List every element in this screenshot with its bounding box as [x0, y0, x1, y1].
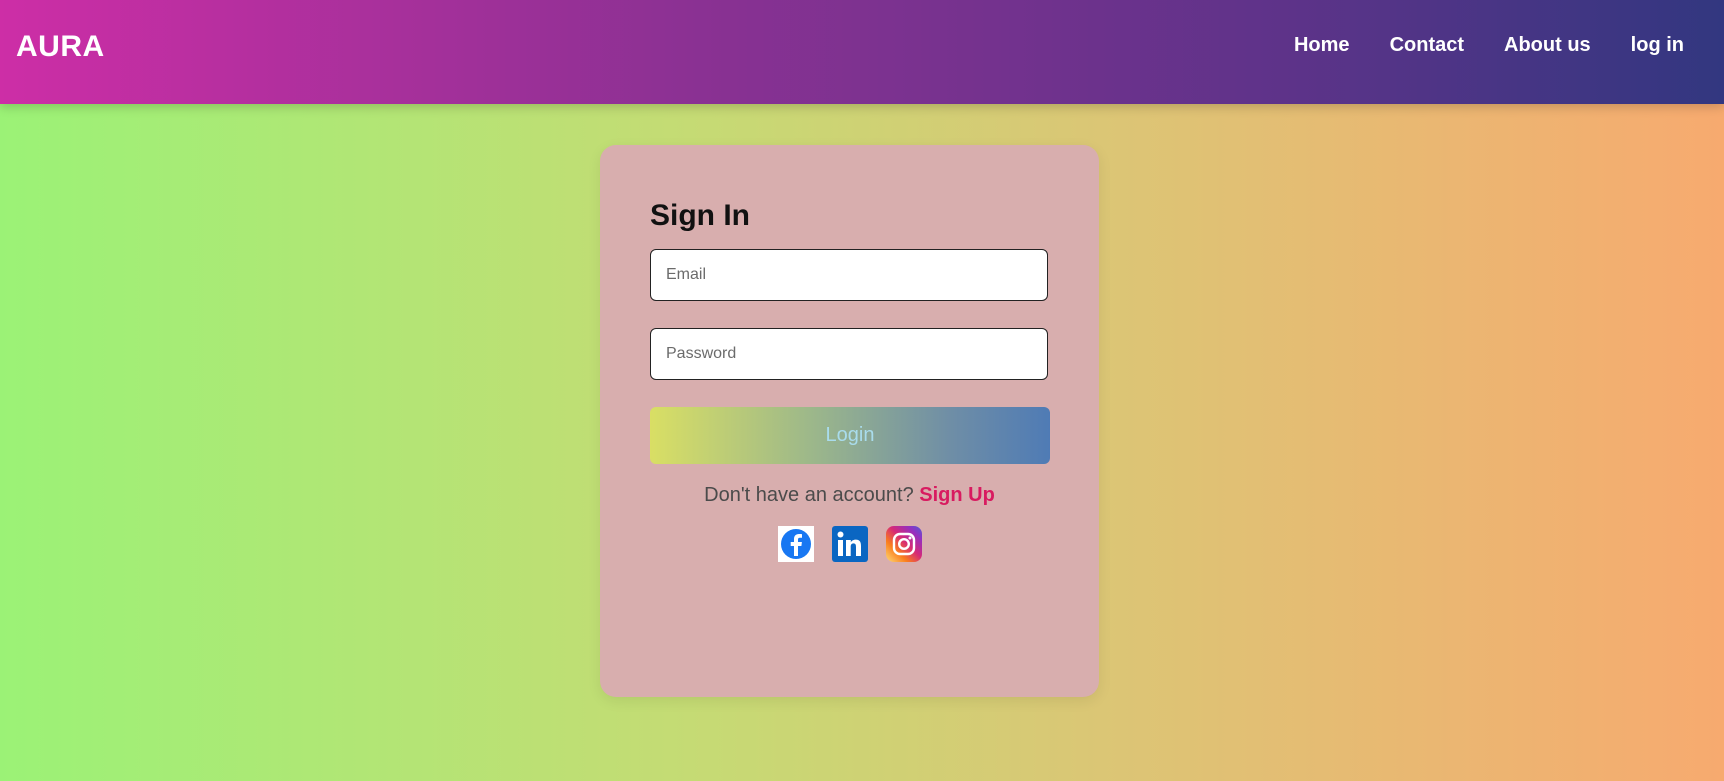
signin-title: Sign In — [650, 199, 750, 232]
brand-logo[interactable]: AURA — [16, 30, 105, 64]
signup-prompt-text: Don't have an account? — [704, 484, 914, 506]
signin-card: Sign In Login Don't have an account? Sig… — [600, 145, 1099, 697]
linkedin-icon[interactable] — [831, 526, 868, 562]
login-button[interactable]: Login — [650, 407, 1050, 464]
nav-about-link[interactable]: About us — [1504, 34, 1591, 57]
nav-links: Home Contact About us log in — [1294, 34, 1684, 57]
top-navbar: AURA Home Contact About us log in — [0, 0, 1724, 104]
nav-login-link[interactable]: log in — [1631, 34, 1684, 57]
signup-prompt-line: Don't have an account? Sign Up — [600, 484, 1099, 507]
facebook-icon[interactable] — [777, 526, 814, 562]
social-links — [600, 526, 1099, 562]
email-input[interactable] — [650, 249, 1048, 301]
signup-link[interactable]: Sign Up — [919, 484, 995, 506]
instagram-icon[interactable] — [885, 526, 922, 562]
password-input[interactable] — [650, 328, 1048, 380]
nav-contact-link[interactable]: Contact — [1390, 34, 1464, 57]
nav-home-link[interactable]: Home — [1294, 34, 1350, 57]
